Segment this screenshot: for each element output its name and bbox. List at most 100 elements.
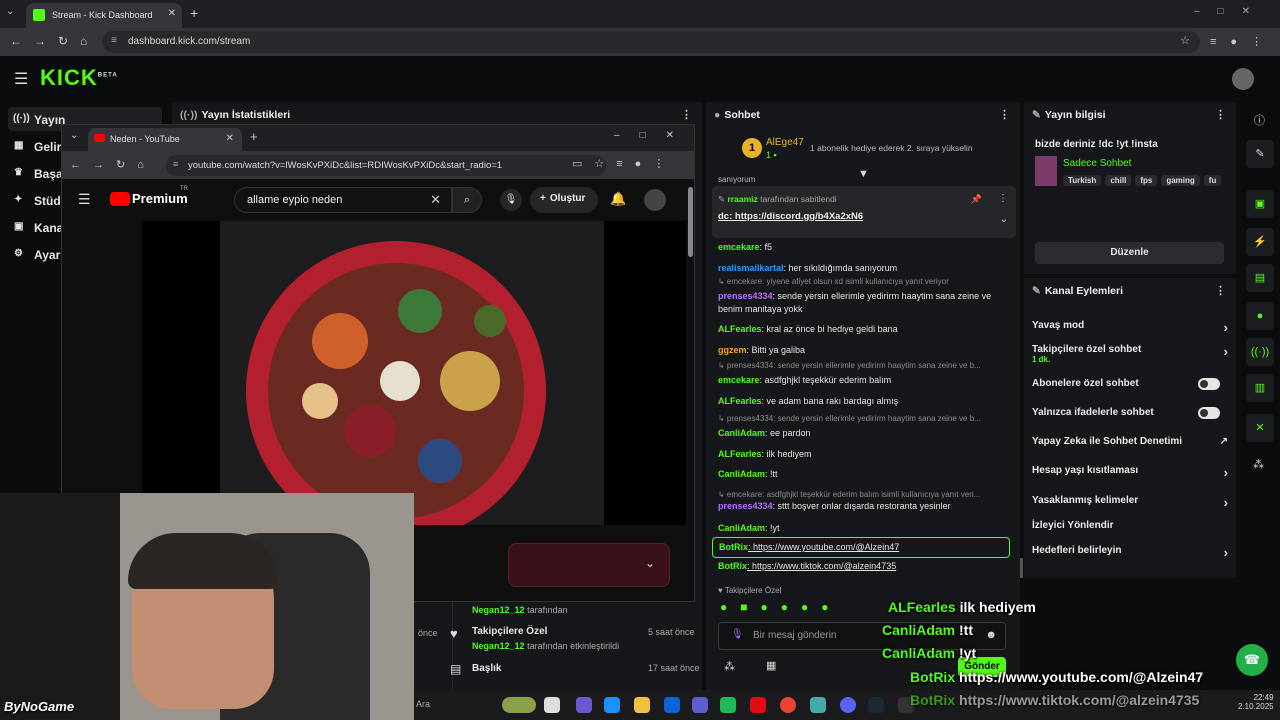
browser-tab[interactable]: Stream - Kick Dashboard ✕ xyxy=(26,3,182,28)
taskbar-clock[interactable]: 22:49 2.10.2025 xyxy=(1238,693,1274,711)
edit-button[interactable]: Düzenle xyxy=(1035,242,1224,264)
search-icon[interactable]: ⌕ xyxy=(452,187,482,213)
tab-list-icon[interactable]: ⌄ xyxy=(70,130,78,141)
more-icon[interactable]: ⁂ xyxy=(1253,458,1264,471)
category-link[interactable]: Sadece Sohbet xyxy=(1063,158,1131,169)
layout-icon[interactable]: ▥ xyxy=(1246,374,1274,402)
event-row: Negan12_12 tarafından xyxy=(472,605,568,615)
pinned-menu-icon[interactable]: ⋮ xyxy=(998,193,1008,204)
camera-icon[interactable]: ▣ xyxy=(1246,190,1274,218)
chat-scrollbar[interactable] xyxy=(1020,558,1023,578)
category-tag[interactable]: fps xyxy=(1135,175,1158,186)
support-chat-icon[interactable]: ☎ xyxy=(1236,644,1268,676)
kick-logo[interactable]: KICKBETA xyxy=(40,65,118,91)
channel-action-item[interactable]: Yalnızca ifadelerle sohbet xyxy=(1032,407,1228,419)
microphone-icon[interactable]: 🎙 xyxy=(500,189,522,211)
task-view-icon[interactable] xyxy=(544,697,560,713)
copilot-icon[interactable] xyxy=(576,697,592,713)
stats-menu-icon[interactable]: ⋮ xyxy=(681,108,692,121)
video-player[interactable] xyxy=(220,221,604,541)
outlook-icon[interactable] xyxy=(664,697,680,713)
tools-icon[interactable]: ✕ xyxy=(1246,414,1274,442)
info-icon[interactable]: ⓘ xyxy=(1254,112,1265,128)
channel-action-item[interactable]: Hedefleri belirleyin › xyxy=(1032,545,1228,560)
yt-scrollbar[interactable] xyxy=(688,187,693,257)
nav-buttons[interactable]: ←→↻⌂ xyxy=(10,34,99,48)
lightning-icon[interactable]: ⚡ xyxy=(1246,228,1274,256)
youtube-logo-icon[interactable] xyxy=(110,192,130,206)
teams-icon[interactable] xyxy=(692,697,708,713)
avatar[interactable] xyxy=(1232,68,1254,90)
channel-action-item[interactable]: Takipçilere özel sohbet 1 dk. › xyxy=(1032,344,1228,364)
app-icon[interactable] xyxy=(810,697,826,713)
yt-browser-tab[interactable]: Neden - YouTube ✕ xyxy=(88,128,242,151)
taskbar-search[interactable]: Ara xyxy=(416,699,430,709)
channel-action-item[interactable]: Yavaş mod › xyxy=(1032,320,1228,335)
netflix-icon[interactable] xyxy=(750,697,766,713)
discord-icon[interactable] xyxy=(840,697,856,713)
yt-search-input[interactable]: allame eypio neden ✕ xyxy=(234,187,452,213)
edge-icon[interactable] xyxy=(604,697,620,713)
browser-menu-icons[interactable]: ≡●⋮ xyxy=(1210,35,1276,48)
chrome-icon[interactable] xyxy=(780,697,796,713)
overlay-username: BotRix xyxy=(910,669,956,685)
pinned-message[interactable]: ✎ rraamiz tarafından sabitlendi dc: http… xyxy=(712,186,1016,238)
window-controls[interactable]: –□✕ xyxy=(614,130,694,141)
channel-action-item[interactable]: Abonelere özel sohbet xyxy=(1032,378,1228,390)
category-tag[interactable]: Turkish xyxy=(1063,175,1102,186)
gift-shop-icon[interactable]: ▦ xyxy=(766,659,776,672)
channel-action-item[interactable]: Yapay Zeka ile Sohbet Denetimi ↗ xyxy=(1032,436,1228,447)
hamburger-menu-icon[interactable]: ☰ xyxy=(78,191,91,208)
bell-icon[interactable]: 🔔 xyxy=(610,191,626,207)
gift-rank-badge: 1 xyxy=(742,138,762,158)
yt-expand-panel[interactable]: ⌄ xyxy=(508,543,670,587)
edit-icon[interactable]: ✎ xyxy=(1246,140,1274,168)
external-link-icon: ↗ xyxy=(1219,436,1228,447)
nav-buttons[interactable]: ←→↻⌂ xyxy=(70,158,156,171)
emote-row[interactable]: ●■●●●● xyxy=(720,600,842,614)
tab-list-icon[interactable]: ⌄ xyxy=(6,6,14,17)
file-explorer-icon[interactable] xyxy=(634,697,650,713)
title-icon: ▤ xyxy=(450,662,462,676)
close-tab-icon[interactable]: ✕ xyxy=(226,133,234,144)
new-tab-icon[interactable]: + xyxy=(250,129,258,144)
category-thumbnail xyxy=(1035,156,1057,186)
channel-action-item[interactable]: Yasaklanmış kelimeler › xyxy=(1032,495,1228,510)
channel-action-item[interactable]: İzleyici Yönlendir xyxy=(1032,520,1228,531)
hamburger-menu-icon[interactable]: ☰ xyxy=(14,69,28,89)
info-menu-icon[interactable]: ⋮ xyxy=(1215,108,1226,121)
window-controls[interactable]: –□✕ xyxy=(1194,6,1268,17)
new-tab-icon[interactable]: + xyxy=(190,5,198,21)
yt-create-button[interactable]: + Oluştur xyxy=(530,187,598,213)
yt-masthead: ☰ Premium TR allame eypio neden ✕ ⌕ 🎙 + Ol… xyxy=(62,179,694,221)
chat-menu-icon[interactable]: ⋮ xyxy=(999,108,1010,121)
spotify-icon[interactable] xyxy=(720,697,736,713)
close-tab-icon[interactable]: ✕ xyxy=(168,8,176,19)
chat-settings-icon[interactable]: ⁂ xyxy=(724,660,735,673)
steam-icon[interactable] xyxy=(868,697,884,713)
avatar[interactable] xyxy=(644,189,666,211)
actions-menu-icon[interactable]: ⋮ xyxy=(1215,284,1226,297)
channel-action-item[interactable]: Hesap yaşı kısıtlaması › xyxy=(1032,465,1228,480)
chat-bubble-icon[interactable]: ● xyxy=(1246,302,1274,330)
site-info-icon[interactable]: ≡ xyxy=(111,35,117,46)
chat-text: : sttt boşver onlar dışarda restoranta y… xyxy=(772,501,951,511)
collapse-icon[interactable]: ▼ xyxy=(858,168,869,180)
category-tag[interactable]: gaming xyxy=(1161,175,1200,186)
document-icon[interactable]: ▤ xyxy=(1246,264,1274,292)
bookmark-star-icon[interactable]: ☆ xyxy=(1180,34,1190,47)
yt-url-field[interactable]: ≡ youtube.com/watch?v=lWosKvPXiDc&list=RD… xyxy=(166,155,606,176)
chat-text: : ee pardon xyxy=(765,428,811,438)
widget-icon[interactable] xyxy=(502,697,536,713)
broadcast-icon[interactable]: ((·)) xyxy=(1246,338,1274,366)
chat-message: CanliAdam: !yt xyxy=(718,522,1010,535)
chevron-down-icon[interactable]: ⌄ xyxy=(1000,214,1008,225)
address-bar: ←→↻⌂ ≡ dashboard.kick.com/stream ☆ ≡●⋮ xyxy=(0,28,1280,56)
chat-username: realismailkartal xyxy=(718,263,784,273)
yt-browser-icons[interactable]: ▭☆≡●⋮ xyxy=(572,157,676,170)
category-tag[interactable]: fu xyxy=(1203,175,1222,186)
url-field[interactable]: ≡ dashboard.kick.com/stream ☆ xyxy=(102,31,1200,53)
category-tag[interactable]: chill xyxy=(1105,175,1132,186)
tag-list: Turkish chill fps gaming fu xyxy=(1063,174,1233,188)
pin-icon[interactable]: 📌 xyxy=(971,194,982,205)
